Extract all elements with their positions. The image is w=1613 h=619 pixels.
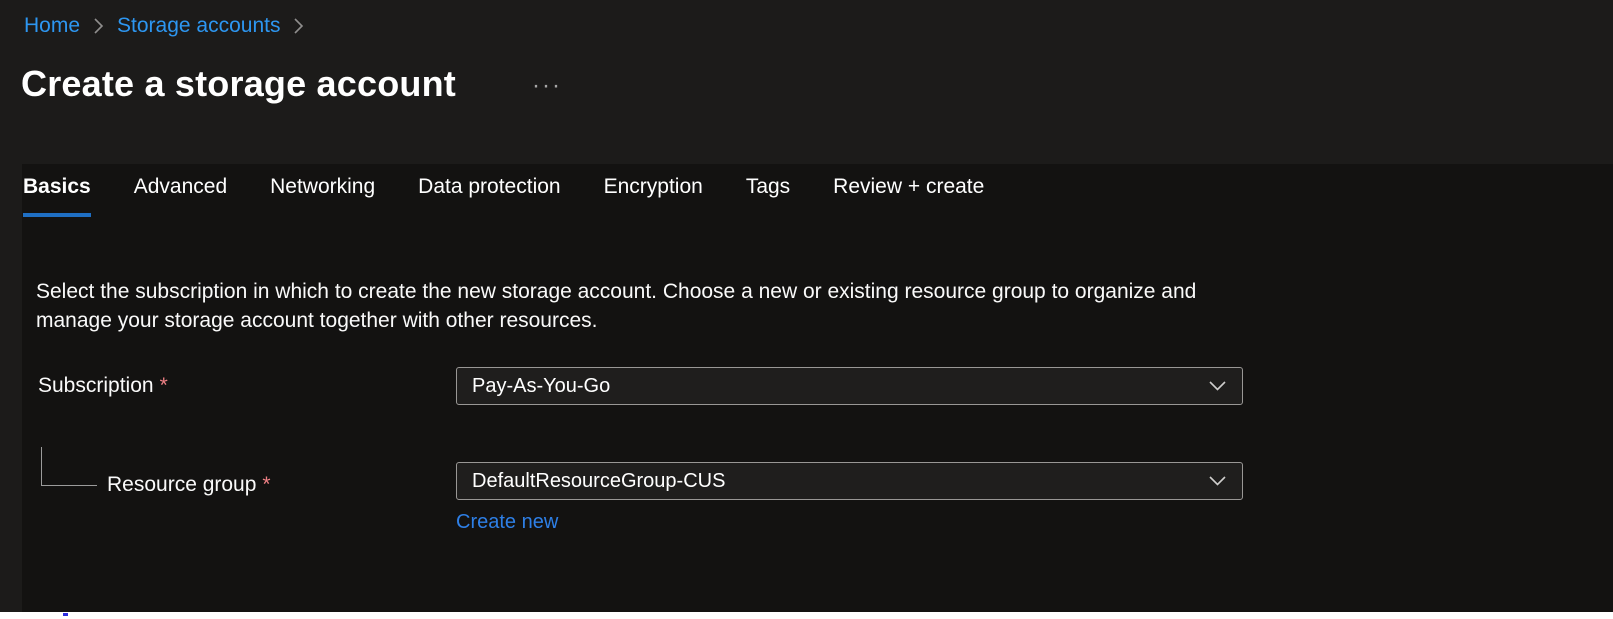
tab-bar: Basics Advanced Networking Data protecti…	[22, 164, 1613, 217]
resource-group-dropdown[interactable]: DefaultResourceGroup-CUS	[456, 462, 1243, 500]
basics-description: Select the subscription in which to crea…	[36, 277, 1276, 335]
tab-advanced[interactable]: Advanced	[134, 175, 227, 217]
breadcrumb-home-link[interactable]: Home	[24, 13, 80, 39]
required-asterisk: *	[262, 473, 270, 496]
tab-networking[interactable]: Networking	[270, 175, 375, 217]
tab-encryption[interactable]: Encryption	[604, 175, 703, 217]
tab-data-protection[interactable]: Data protection	[418, 175, 560, 217]
chevron-down-icon	[1208, 375, 1227, 398]
tab-tags[interactable]: Tags	[746, 175, 790, 217]
indent-connector-line	[41, 447, 97, 486]
page-bottom-cutoff-strip	[0, 612, 1613, 619]
chevron-down-icon	[1208, 470, 1227, 493]
subscription-dropdown[interactable]: Pay-As-You-Go	[456, 367, 1243, 405]
subscription-label: Subscription *	[38, 373, 168, 399]
breadcrumb-storage-accounts-link[interactable]: Storage accounts	[117, 13, 280, 39]
resource-group-label-text: Resource group	[107, 473, 256, 496]
tab-review-create[interactable]: Review + create	[833, 175, 984, 217]
required-asterisk: *	[160, 374, 168, 397]
breadcrumb: Home Storage accounts	[24, 13, 317, 39]
subscription-dropdown-value: Pay-As-You-Go	[472, 375, 610, 398]
create-storage-account-panel: Basics Advanced Networking Data protecti…	[22, 164, 1613, 612]
resource-group-dropdown-value: DefaultResourceGroup-CUS	[472, 470, 725, 493]
chevron-right-icon	[93, 17, 104, 35]
page-title: Create a storage account	[21, 62, 456, 106]
more-options-icon[interactable]: ···	[528, 72, 566, 100]
resource-group-label: Resource group *	[107, 472, 271, 498]
tab-basics[interactable]: Basics	[23, 175, 91, 217]
create-new-resource-group-link[interactable]: Create new	[456, 510, 558, 534]
cropped-button-fragment	[63, 613, 68, 616]
subscription-label-text: Subscription	[38, 374, 154, 397]
chevron-right-icon	[293, 17, 304, 35]
